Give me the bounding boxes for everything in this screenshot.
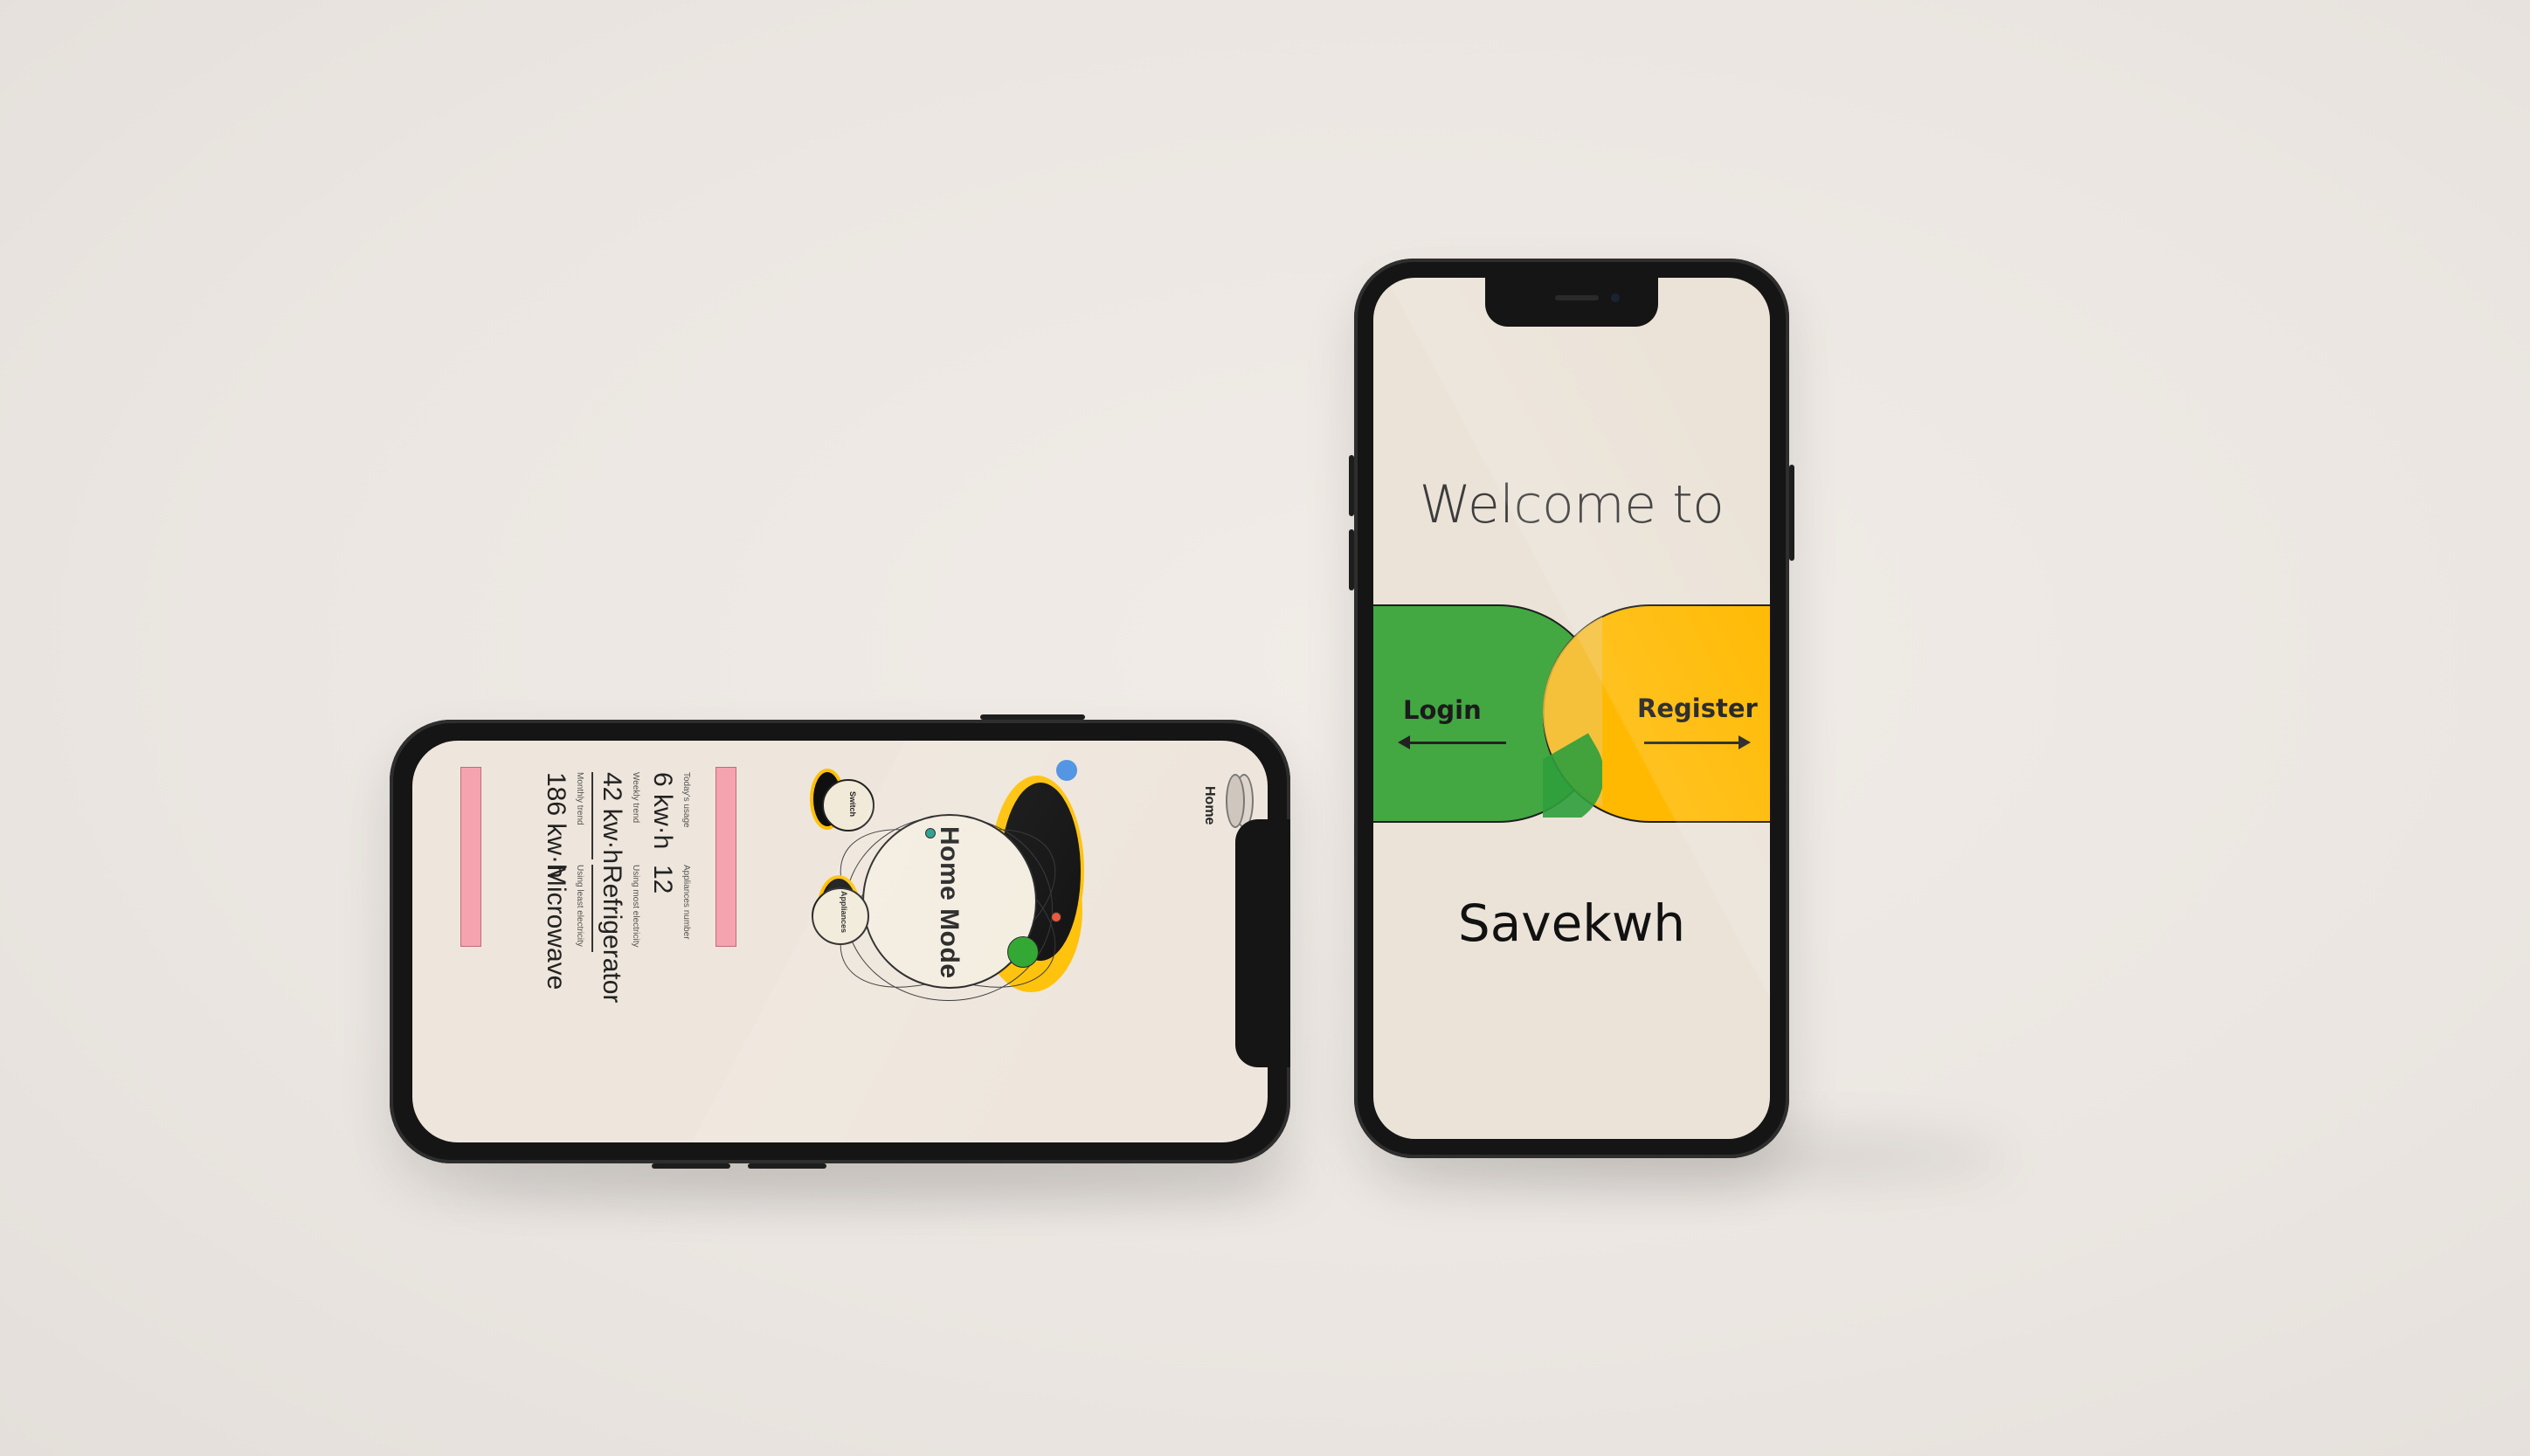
arrow-right-icon [1739,735,1751,749]
planet-teal [925,828,936,838]
appliances-label: Appliances [840,891,848,934]
usage-bar [715,767,736,947]
planet-blue [1056,760,1077,781]
stats-divider [591,772,593,859]
landscape-notch [1235,819,1290,1067]
arrow-left-icon [1398,735,1410,749]
speaker-icon [1555,295,1599,300]
left-phone-shadow [454,1162,1310,1197]
weekly-trend-label: Weekly trend [631,772,640,824]
side-button [652,1163,730,1169]
app-name: Savekwh [1457,894,1686,953]
side-button [1349,529,1354,590]
monthly-trend-label: Monthly trend [575,772,584,825]
weekly-trend-value: 42 kw·h [598,772,626,865]
home-tab-base [1226,774,1245,828]
overlap-region [1543,606,1602,818]
side-button [748,1163,826,1169]
appliances-number-label: Appliances number [681,865,691,940]
landscape-screen: Home Home Mode Switch Appliances Today's… [412,741,1268,1142]
side-button [1789,465,1794,561]
appliances-number-value: 12 [648,865,677,894]
welcome-heading: Welcome to [1419,474,1725,535]
login-arrow [1405,742,1506,744]
side-button [980,714,1085,720]
least-electricity-value: Microwave [542,865,570,990]
stats-divider [591,865,593,952]
portrait-phone: Welcome to Login Register Savekwh [1349,259,1794,1158]
portrait-notch [1485,278,1658,327]
login-label: Login [1403,695,1482,725]
switch-label: Switch [848,791,857,818]
least-electricity-label: Using least electricity [575,865,584,947]
home-tab[interactable]: Home [1201,786,1217,825]
home-mode-title: Home Mode [935,826,964,979]
most-electricity-value: Refrigerator [598,865,626,1004]
portrait-screen: Welcome to Login Register Savekwh [1373,278,1770,1139]
camera-icon [1611,293,1620,302]
monthly-trend-value: 186 kw·h [542,772,570,879]
todays-usage-value: 6 kw·h [648,772,677,850]
register-label: Register [1637,693,1758,723]
planet-red [1051,912,1061,922]
register-arrow [1644,742,1742,744]
todays-usage-label: Today's usage [681,772,691,828]
most-electricity-label: Using most electricity [631,865,640,948]
trend-bar [460,767,481,947]
landscape-phone: Home Home Mode Switch Appliances Today's… [390,714,1290,1169]
planet-green [1007,936,1039,968]
dashboard-rotated-content: Home Home Mode Switch Appliances Today's… [412,741,1268,1142]
side-button [1349,455,1354,516]
